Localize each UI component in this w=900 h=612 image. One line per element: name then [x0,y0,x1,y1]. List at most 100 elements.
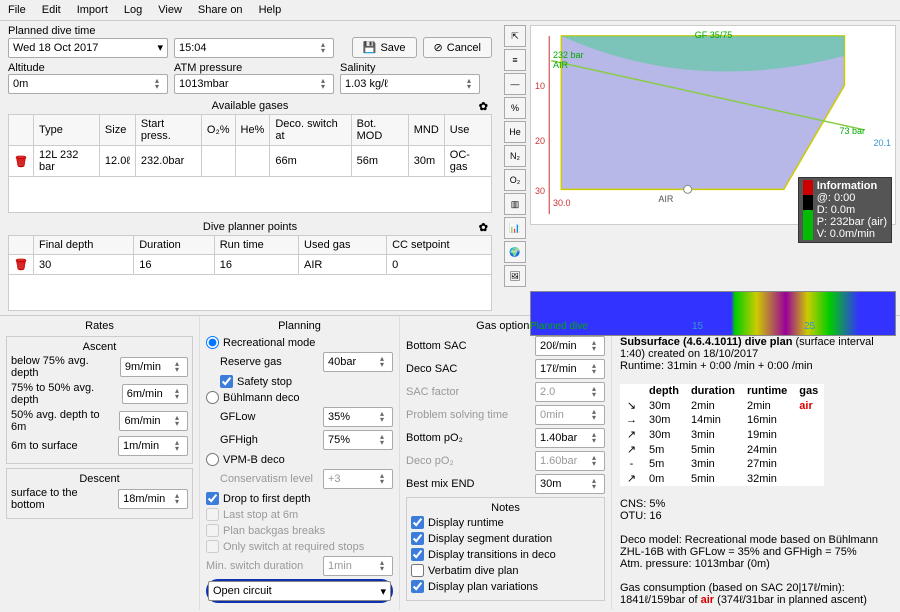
altitude-input[interactable]: 0m▴▾ [8,74,168,94]
menubar: File Edit Import Log View Share on Help [0,0,900,21]
gases-col-deco[interactable]: Deco. switch at [270,115,351,146]
rate-50to6-input[interactable]: 6m/min▴▾ [119,411,188,431]
circuit-select[interactable]: Open circuit▾ [208,581,391,601]
save-button[interactable]: 💾Save [352,37,417,58]
rate-75to50-label: 75% to 50% avg. depth [11,382,118,406]
otu-value: OTU: 16 [620,510,892,522]
points-col-cc[interactable]: CC setpoint [387,236,492,255]
last-stop-checkbox [206,508,219,521]
time-picker[interactable]: 15:04▴▾ [174,38,334,58]
gflow-label: GFLow [220,411,255,423]
add-point-button[interactable]: ✿ [479,221,488,234]
y-axis-20: 20 [535,136,545,146]
menu-file[interactable]: File [8,4,26,16]
points-table: Final depth Duration Run time Used gas C… [8,235,492,311]
deco-model-text: Deco model: Recreational mode based on B… [620,534,892,558]
salinity-label: Salinity [340,62,480,74]
tool-profile-icon[interactable]: ≡ [504,49,526,71]
points-col-run[interactable]: Run time [214,236,298,255]
tool-stats-icon[interactable]: 📊 [504,217,526,239]
gases-col-size[interactable]: Size [99,115,135,146]
display-runtime-checkbox[interactable] [411,516,424,529]
bottom-po2-input[interactable]: 1.40bar▴▾ [535,428,605,448]
verbatim-checkbox[interactable] [411,564,424,577]
tool-globe-icon[interactable]: 🌍 [504,241,526,263]
plan-step-row: →30m14min16min [620,413,824,427]
bottom-po2-label: Bottom pO₂ [406,432,463,444]
rates-title: Rates [6,320,193,332]
bottom-sac-input[interactable]: 20ℓ/min▴▾ [535,336,605,356]
details-runtime: Runtime: 31min + 0:00 /min + 0:00 /min [620,360,892,372]
display-transitions-checkbox[interactable] [411,548,424,561]
rate-below75-input[interactable]: 9m/min▴▾ [120,357,188,377]
menu-help[interactable]: Help [259,4,282,16]
conservatism-label: Conservatism level [220,473,313,485]
atm-label: ATM pressure [174,62,334,74]
display-segment-checkbox[interactable] [411,532,424,545]
points-col-dur[interactable]: Duration [134,236,215,255]
gases-col-o2[interactable]: O₂% [201,115,235,146]
gflow-input[interactable]: 35%▴▾ [323,407,393,427]
menu-view[interactable]: View [158,4,182,16]
altitude-label: Altitude [8,62,168,74]
tool-scale-icon[interactable]: ⇱ [504,25,526,47]
rate-descent-input[interactable]: 18m/min▴▾ [118,489,188,509]
gases-col-mod[interactable]: Bot. MOD [351,115,408,146]
tool-grid-icon[interactable]: ▥ [504,193,526,215]
gases-col-start[interactable]: Start press. [135,115,201,146]
atm-text: Atm. pressure: 1013mbar (0m) [620,558,892,570]
tool-he-icon[interactable]: He [504,121,526,143]
vpmb-radio[interactable] [206,453,219,466]
tool-photo-icon[interactable]: 🖼 [504,265,526,287]
gases-col-type[interactable]: Type [33,115,99,146]
plan-steps-table: depth duration runtime gas ↘30m2min2mina… [620,384,824,486]
depth-30: 30.0 [553,198,571,208]
deco-po2-label: Deco pO₂ [406,455,454,467]
tool-o2-icon[interactable]: O₂ [504,169,526,191]
gases-col-use[interactable]: Use [444,115,491,146]
rate-6tosurface-input[interactable]: 1m/min▴▾ [118,436,188,456]
date-picker[interactable]: Wed 18 Oct 2017▾ [8,38,168,58]
rate-below75-label: below 75% avg. depth [11,355,116,379]
plan-details-panel: Dive plan details Subsurface (4.6.4.1011… [612,316,900,610]
backgas-checkbox [206,524,219,537]
gfhigh-input[interactable]: 75%▴▾ [323,430,393,450]
display-variations-checkbox[interactable] [411,580,424,593]
reserve-input[interactable]: 40bar▴▾ [323,352,393,372]
menu-import[interactable]: Import [77,4,108,16]
atm-input[interactable]: 1013mbar▴▾ [174,74,334,94]
gf-label: GF 35/75 [695,30,733,40]
x-axis-25: 25 [804,321,815,332]
safety-stop-checkbox[interactable] [220,375,233,388]
x-axis-15: 15 [692,321,703,332]
chart-info-tooltip: Information @: 0:00 D: 0.0m P: 232bar (a… [798,177,892,243]
sac-factor-input: 2.0▴▾ [535,382,605,402]
table-row[interactable]: 🗑 30 16 16 AIR 0 [9,255,492,275]
drop-first-checkbox[interactable] [206,492,219,505]
gases-title: Available gases ✿ [8,98,492,114]
tool-percent-icon[interactable]: % [504,97,526,119]
air-label-2: AIR [658,194,673,204]
y-axis-10: 10 [535,81,545,91]
tool-line-icon[interactable]: — [504,73,526,95]
recreational-radio[interactable] [206,336,219,349]
menu-share[interactable]: Share on [198,4,243,16]
points-col-gas[interactable]: Used gas [299,236,387,255]
trash-icon[interactable]: 🗑 [14,156,28,168]
gases-col-mnd[interactable]: MND [408,115,444,146]
sac-factor-label: SAC factor [406,386,459,398]
deco-sac-input[interactable]: 17ℓ/min▴▾ [535,359,605,379]
trash-icon[interactable]: 🗑 [14,259,28,271]
salinity-input[interactable]: 1.03 kg/ℓ▴▾ [340,74,480,94]
buhlmann-radio[interactable] [206,391,219,404]
points-col-depth[interactable]: Final depth [33,236,133,255]
menu-log[interactable]: Log [124,4,142,16]
add-gas-button[interactable]: ✿ [479,100,488,113]
best-mix-input[interactable]: 30m▴▾ [535,474,605,494]
tool-n2-icon[interactable]: N₂ [504,145,526,167]
gases-col-he[interactable]: He% [235,115,270,146]
rate-75to50-input[interactable]: 6m/min▴▾ [122,384,188,404]
menu-edit[interactable]: Edit [42,4,61,16]
cancel-button[interactable]: ⊘Cancel [423,37,492,58]
table-row[interactable]: 🗑 12L 232 bar 12.0ℓ 232.0bar 66m 56m 30m… [9,146,492,177]
